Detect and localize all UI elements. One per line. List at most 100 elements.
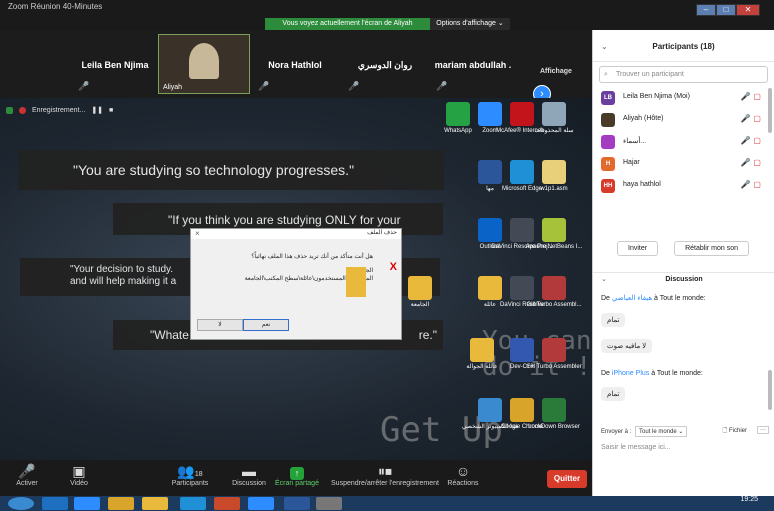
explorer-icon[interactable]: [142, 497, 168, 510]
mic-muted-icon: 🎤▢: [740, 114, 764, 123]
participant-tile[interactable]: روان الدوسري 🎤: [340, 34, 430, 94]
reactions-button[interactable]: ☺ Réactions: [438, 462, 488, 487]
desktop-icon[interactable]: سلة المحذوفات: [522, 102, 586, 135]
close-button[interactable]: ✕: [736, 4, 760, 16]
dialog-question: هل أنت متأكد من أنك تريد حذف هذا الملف ن…: [251, 254, 373, 260]
participant-tile[interactable]: mariam abdullah . 🎤: [428, 34, 518, 94]
close-icon[interactable]: ×: [195, 229, 200, 238]
pause-stop-icon: ⏸⏹: [378, 463, 392, 479]
delete-x-icon: X: [389, 261, 397, 273]
chat-message: تمام: [601, 313, 626, 327]
chrome-icon[interactable]: [108, 497, 134, 510]
yes-button[interactable]: نعم: [243, 319, 289, 331]
powerpoint-icon[interactable]: [214, 497, 240, 510]
unmute-me-button[interactable]: Rétablir mon son: [674, 241, 749, 256]
video-gallery: Leila Ben Njima 🎤 Aliyah Nora Hathlol 🎤 …: [0, 30, 592, 103]
mic-muted-icon: 🎤▢: [740, 158, 764, 167]
chat-button[interactable]: ▬ Discussion: [224, 462, 274, 487]
app-icon[interactable]: [316, 497, 342, 510]
no-button[interactable]: لا: [197, 319, 243, 331]
record-control-button[interactable]: ⏸⏹ Suspendre/arrêter l'enregistrement: [330, 462, 440, 487]
avatar: H: [601, 157, 615, 171]
dialog-title: حذف الملف: [191, 229, 401, 239]
mic-muted-icon: 🎤: [348, 81, 360, 91]
shield-icon: [6, 106, 13, 114]
record-icon: [19, 106, 26, 114]
quit-button[interactable]: Quitter: [547, 470, 587, 488]
app-icon: [542, 398, 566, 422]
participant-row[interactable]: LB Leila Ben Njima (Moi) 🎤▢: [593, 87, 774, 109]
chat-message: لا مافيه صوت: [601, 339, 653, 353]
minimize-button[interactable]: –: [696, 4, 716, 16]
participant-name: روان الدوسري: [357, 60, 413, 70]
video-label: Vidéo: [70, 480, 88, 487]
desktop-icon[interactable]: LockDown Browser: [522, 398, 586, 431]
maximize-button[interactable]: □: [716, 4, 736, 16]
chevron-down-icon[interactable]: ⌄: [601, 273, 607, 287]
desktop-icon[interactable]: w1p1.asm: [522, 160, 586, 193]
window-title: Zoom Réunion 40-Minutes: [8, 2, 103, 11]
participant-search-input[interactable]: ⌕ Trouver un participant: [599, 66, 768, 83]
edge-icon[interactable]: [180, 497, 206, 510]
video-thumbnail: [189, 43, 219, 79]
app-icon: [542, 218, 566, 242]
share-screen-icon: ↑: [272, 462, 322, 480]
view-options-button[interactable]: Options d'affichage ⌄: [430, 18, 510, 30]
mic-muted-icon: 🎤▢: [740, 92, 764, 101]
participant-row[interactable]: Aliyah (Hôte) 🎤▢: [593, 109, 774, 131]
participant-tile-active[interactable]: Aliyah: [158, 34, 250, 94]
chevron-down-icon[interactable]: ⌄: [601, 30, 608, 64]
ie-icon[interactable]: [42, 497, 68, 510]
participants-title: Participants (18): [652, 42, 715, 51]
app-icon: [408, 276, 432, 300]
desktop-icon[interactable]: Gill Turbo Assembl...: [522, 276, 586, 309]
word-icon[interactable]: [284, 497, 310, 510]
mic-muted-icon: 🎤: [78, 81, 90, 91]
recording-bar: Enregistrement... ❚❚ ■: [6, 104, 113, 116]
window-controls: – □ ✕: [696, 4, 760, 16]
participant-row[interactable]: HH haya hathlol 🎤▢: [593, 175, 774, 197]
chat-label: Discussion: [232, 480, 266, 487]
shared-screen: Enregistrement... ❚❚ ■ "You are studying…: [0, 98, 592, 460]
slide-quote: "You are studying so technology progress…: [18, 150, 444, 190]
desktop-icon[interactable]: Apache NetBeans I...: [522, 218, 586, 251]
video-off-icon: ▣: [72, 463, 86, 479]
invite-button[interactable]: Inviter: [617, 241, 659, 256]
file-button[interactable]: 🗋 Fichier: [722, 426, 747, 436]
participant-tile[interactable]: Nora Hathlol 🎤: [250, 34, 340, 94]
slide-line: re.": [418, 328, 437, 342]
desktop-icon[interactable]: Gill Turbo Assembler: [522, 338, 586, 371]
folder-icon: [346, 267, 366, 297]
participant-actions: Inviter Rétablir mon son: [617, 241, 749, 256]
scrollbar[interactable]: [768, 370, 772, 410]
reactions-icon: ☺: [455, 463, 471, 479]
video-button[interactable]: ▣ Vidéo: [54, 462, 104, 487]
app-icon: [542, 276, 566, 300]
recipient-select[interactable]: Tout le monde ⌄: [635, 426, 688, 437]
participant-name: haya hathlol: [623, 181, 661, 188]
participants-count: 18: [194, 471, 203, 478]
unmute-button[interactable]: 🎤 Activer: [2, 462, 52, 487]
participants-button[interactable]: 👥18 Participants: [165, 462, 215, 487]
participant-row[interactable]: أسماء... 🎤▢: [593, 131, 774, 153]
chat-sender: De هيفاء العياضي à Tout le monde:: [601, 295, 706, 302]
participant-tile[interactable]: Leila Ben Njima 🎤: [70, 34, 160, 94]
participant-name: أسماء...: [623, 138, 647, 145]
slide-line: "Whate: [150, 328, 189, 342]
stop-recording-button[interactable]: ■: [109, 107, 113, 114]
affichage-label[interactable]: Affichage: [540, 68, 572, 75]
desktop-icon-label: w1p1.asm: [540, 186, 568, 192]
start-icon[interactable]: [8, 497, 34, 510]
avatar: [601, 135, 615, 149]
participant-row[interactable]: H Hajar 🎤▢: [593, 153, 774, 175]
search-icon: ⌕: [604, 71, 608, 78]
chat-input[interactable]: Saisir le message ici...: [601, 444, 671, 451]
pause-recording-button[interactable]: ❚❚: [91, 106, 103, 114]
chat-icon: ▬: [242, 463, 256, 479]
zoom-taskbar-icon-2[interactable]: [248, 497, 274, 510]
zoom-taskbar-icon[interactable]: [74, 497, 100, 510]
scrollbar[interactable]: [768, 88, 772, 133]
more-button[interactable]: ···: [757, 426, 769, 434]
participant-name: Aliyah: [163, 84, 183, 91]
share-screen-button[interactable]: ↑ Écran partagé: [272, 462, 322, 487]
